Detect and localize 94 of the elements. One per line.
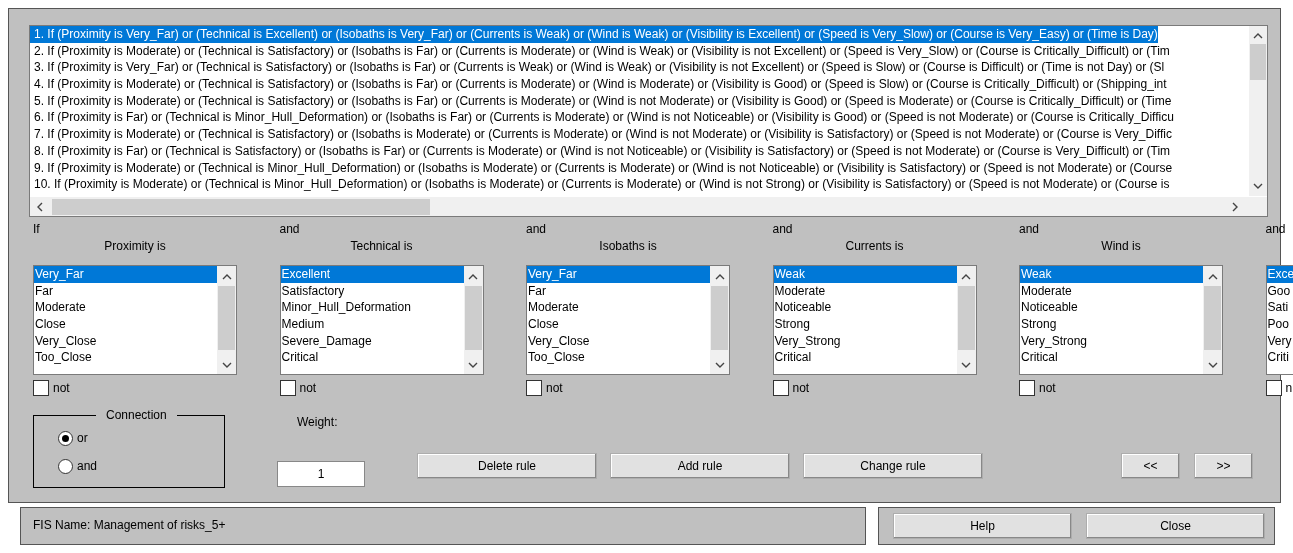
listbox-item[interactable]: Moderate: [527, 299, 710, 317]
rule-item[interactable]: 5. If (Proximity is Moderate) or (Technical is Satisfactory) or (Isobaths is Far) or (Currents is Moderate) or (Wind is not Moderate) or (Visibility is Good) or (Speed is Moderate) or (Course is Critically_Difficult) or (Time: [30, 92, 1172, 110]
listbox-item[interactable]: Noticeable: [1020, 299, 1203, 317]
listbox-item[interactable]: Criti: [1266, 349, 1293, 367]
not-label: not: [792, 381, 810, 395]
not-checkbox[interactable]: [1265, 380, 1282, 396]
radio-button[interactable]: [58, 458, 73, 474]
membership-listbox[interactable]: Very_Far Far Moderate Close Very_Close Too_Close: [33, 265, 237, 375]
membership-listbox[interactable]: Very_Far Far Moderate Close Very_Close Too_Close: [526, 265, 730, 375]
scrollbar-thumb[interactable]: [711, 286, 728, 350]
scrollbar-thumb[interactable]: [1204, 286, 1221, 350]
listbox-item[interactable]: Very_Close: [34, 332, 217, 350]
variable-label: Technical is: [349, 238, 414, 255]
listbox-item[interactable]: Very_Far: [527, 266, 710, 283]
rule-item[interactable]: 9. If (Proximity is Moderate) or (Technical is Minor_Hull_Deformation) or (Isobaths is Moderate) or (Currents is Moderate) or (Wind is not Noticeable) or (Visibility is Satisfactory) or (Speed is not Moderate) or (Course: [30, 159, 1173, 177]
radio-label[interactable]: and: [77, 459, 98, 473]
action-button[interactable]: Add rule: [610, 453, 790, 479]
not-label: n: [1285, 381, 1293, 395]
listbox-item[interactable]: Weak: [773, 266, 957, 283]
radio-button[interactable]: [58, 430, 73, 446]
weight-field[interactable]: 1: [277, 461, 365, 487]
listbox-item[interactable]: Critical: [280, 349, 464, 367]
listbox-item[interactable]: Close: [34, 316, 217, 333]
listbox-item[interactable]: Critical: [773, 349, 957, 367]
listbox-item[interactable]: Very_Far: [34, 266, 217, 283]
rule-item[interactable]: 4. If (Proximity is Moderate) or (Technical is Satisfactory) or (Isobaths is Far) or (Currents is Moderate) or (Wind is Moderate) or (Visibility is Good) or (Speed is Slow) or (Course is Critically_Difficult) or (Shipping_int: [30, 76, 1167, 93]
not-label: not: [546, 381, 563, 395]
listbox-item[interactable]: Excellent: [280, 266, 464, 283]
not-checkbox[interactable]: [772, 380, 789, 396]
scrollbar-thumb[interactable]: [464, 286, 482, 350]
rule-item[interactable]: 8. If (Proximity is Far) or (Technical is Satisfactory) or (Isobaths is Far) or (Currents is Moderate) or (Wind is not Noticeable) or (Visibility is Satisfactory) or (Speed is not Moderate) or (Course is Very_Difficult) or (Tim: [30, 142, 1171, 160]
membership-listbox[interactable]: Excellent Satisfactory Minor_Hull_Deformation Medium Severe_Damage Critical: [279, 265, 484, 375]
rule-item[interactable]: 3. If (Proximity is Very_Far) or (Technical is Satisfactory) or (Isobaths is Far) or (Currents is Weak) or (Wind is Weak) or (Visibility is not Excellent) or (Speed is Slow) or (Course is Difficult) or (Time is not Day) or (Sl: [30, 59, 1165, 77]
scrollbar-thumb[interactable]: [52, 198, 430, 215]
listbox-item[interactable]: Weak: [1020, 266, 1203, 283]
not-label: not: [299, 381, 317, 395]
rule-item[interactable]: 10. If (Proximity is Moderate) or (Technical is Minor_Hull_Deformation) or (Isobaths is Moderate) or (Currents is Moderate) or (Wind is not Strong) or (Visibility is Satisfactory) or (Speed is not Moderate) or (Course is: [30, 176, 1170, 193]
not-label: not: [1039, 381, 1056, 395]
variable-label: Currents is: [844, 238, 905, 255]
listbox-item[interactable]: Noticeable: [773, 299, 957, 317]
listbox-item[interactable]: Very_Strong: [1020, 332, 1203, 350]
listbox-item[interactable]: Strong: [773, 316, 957, 333]
listbox-item[interactable]: Very_Strong: [773, 332, 957, 350]
listbox-item[interactable]: Moderate: [34, 299, 217, 317]
radio-label[interactable]: or: [77, 431, 88, 445]
footer-button[interactable]: Help: [893, 513, 1072, 539]
not-checkbox[interactable]: [33, 380, 49, 396]
listbox-item[interactable]: Minor_Hull_Deformation: [280, 299, 464, 317]
not-label: not: [53, 381, 70, 395]
listbox-item[interactable]: Sati: [1266, 299, 1293, 317]
connector-label: If: [33, 221, 40, 238]
connector-label: and: [279, 221, 300, 238]
listbox-item[interactable]: Poo: [1266, 316, 1293, 333]
scrollbar-thumb[interactable]: [218, 286, 235, 350]
variable-label: Proximity is: [103, 238, 167, 255]
connector-label: and: [526, 221, 547, 238]
not-checkbox[interactable]: [279, 380, 296, 396]
listbox-item[interactable]: Moderate: [1020, 282, 1203, 300]
variable-label: Wind is: [1100, 238, 1142, 255]
listbox-item[interactable]: Very: [1266, 332, 1293, 350]
listbox-item[interactable]: Close: [527, 316, 710, 333]
nav-button[interactable]: >>: [1194, 453, 1253, 479]
membership-listbox[interactable]: Weak Moderate Noticeable Strong Very_Strong Critical: [772, 265, 977, 375]
listbox-item[interactable]: Too_Close: [34, 349, 217, 367]
rule-item[interactable]: 6. If (Proximity is Far) or (Technical is Minor_Hull_Deformation) or (Isobaths is Far) or (Currents is Moderate) or (Wind is not Noticeable) or (Visibility is Good) or (Speed is not Moderate) or (Course is Critically_Difficu: [30, 109, 1174, 127]
rule-item[interactable]: 7. If (Proximity is Moderate) or (Technical is Satisfactory) or (Isobaths is Moderate) or (Currents is Moderate) or (Wind is not Moderate) or (Visibility is Satisfactory) or (Speed is not Moderate) or (Course is Very_Diffic: [30, 126, 1172, 143]
scrollbar-thumb[interactable]: [1250, 44, 1266, 80]
listbox-item[interactable]: Very_Close: [527, 332, 710, 350]
weight-label: Weight:: [297, 415, 338, 429]
not-checkbox[interactable]: [526, 380, 542, 396]
connector-label: and: [1019, 221, 1040, 238]
listbox-item[interactable]: Medium: [280, 316, 464, 333]
action-button[interactable]: Delete rule: [417, 453, 597, 479]
variable-label: Isobaths is: [598, 238, 658, 255]
listbox-item[interactable]: Far: [527, 282, 710, 300]
status-field: FIS Name: Management of risks_5+: [20, 507, 866, 545]
connector-label: and: [772, 221, 793, 238]
action-button[interactable]: Change rule: [803, 453, 983, 479]
listbox-item[interactable]: Critical: [1020, 349, 1203, 367]
listbox-item[interactable]: Moderate: [773, 282, 957, 300]
listbox-item[interactable]: Goo: [1266, 282, 1293, 300]
listbox-item[interactable]: Satisfactory: [280, 282, 464, 300]
membership-listbox[interactable]: Weak Moderate Noticeable Strong Very_Strong Critical: [1019, 265, 1223, 375]
rule-item[interactable]: 1. If (Proximity is Very_Far) or (Technical is Excellent) or (Isobaths is Very_Far) or (Currents is Weak) or (Wind is Weak) or (Visibility is Excellent) or (Speed is Very_Slow) or (Course is Very_Easy) or (Time is Day): [30, 26, 1158, 43]
nav-button[interactable]: <<: [1121, 453, 1180, 479]
listbox-item[interactable]: Strong: [1020, 316, 1203, 333]
listbox-item[interactable]: Too_Close: [527, 349, 710, 367]
rule-item[interactable]: 2. If (Proximity is Moderate) or (Technical is Satisfactory) or (Isobaths is Far) or (Currents is Moderate) or (Wind is Weak) or (Visibility is not Excellent) or (Speed is Very_Slow) or (Course is Critically_Difficult) or (Tim: [30, 42, 1170, 60]
listbox-item[interactable]: Severe_Damage: [280, 332, 464, 350]
scrollbar-thumb[interactable]: [957, 286, 975, 350]
connection-label: Connection: [105, 408, 168, 422]
footer-button[interactable]: Close: [1086, 513, 1265, 539]
listbox-item[interactable]: Far: [34, 282, 217, 300]
not-checkbox[interactable]: [1019, 380, 1035, 396]
